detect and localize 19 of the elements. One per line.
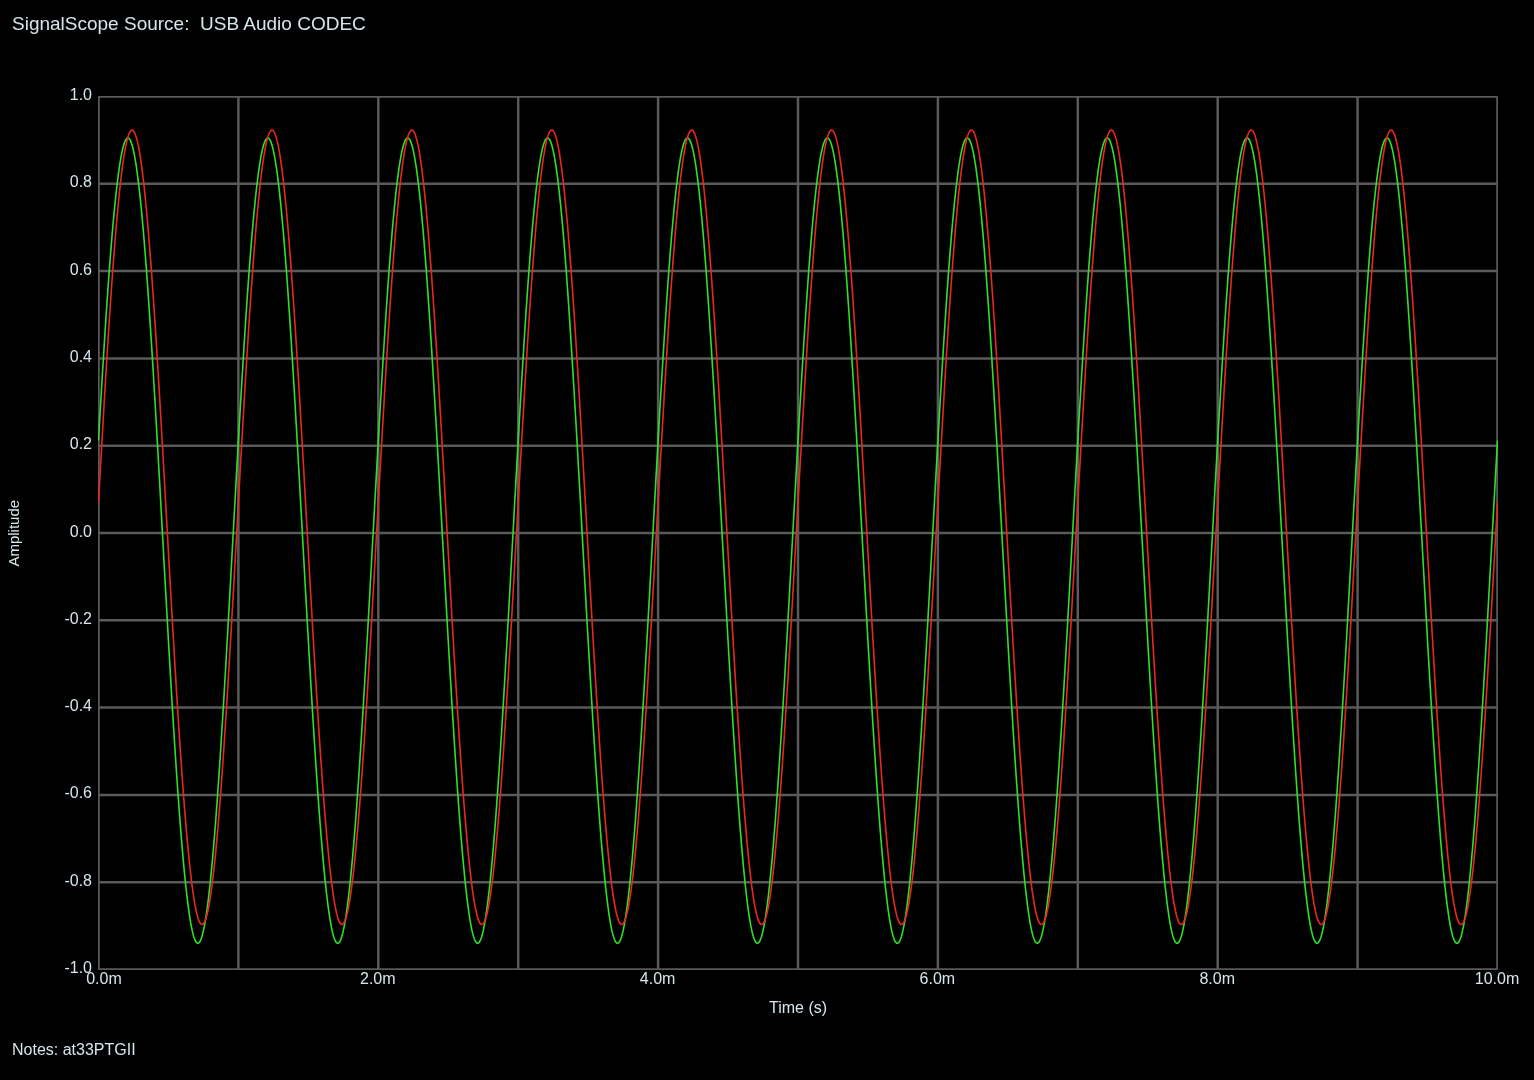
x-tick-label: 2.0m xyxy=(359,970,397,988)
y-axis-label: Amplitude xyxy=(3,498,23,569)
y-tick-label: 0.6 xyxy=(69,260,92,279)
x-tick-label: 10.0m xyxy=(1473,970,1521,988)
x-tick-label: 6.0m xyxy=(918,970,957,988)
y-tick-label: 1.0 xyxy=(69,86,92,104)
x-tick-label: 4.0m xyxy=(638,970,677,988)
window-title: SignalScope Source: USB Audio CODEC xyxy=(12,13,366,34)
y-tick-label: 0.8 xyxy=(69,173,92,192)
y-tick-label: -0.2 xyxy=(64,609,92,628)
y-tick-label: -0.6 xyxy=(64,784,92,803)
y-tick-label: 0.4 xyxy=(69,347,92,366)
y-tick-label: -0.4 xyxy=(64,697,92,716)
y-tick-label: 0.2 xyxy=(69,435,92,454)
x-tick-label: 8.0m xyxy=(1198,970,1236,988)
x-axis-label: Time (s) xyxy=(767,998,829,1018)
notes-text: Notes: at33PTGII xyxy=(12,1041,136,1058)
y-tick-label: 0.0 xyxy=(69,522,92,541)
y-tick-label: -0.8 xyxy=(64,871,92,890)
